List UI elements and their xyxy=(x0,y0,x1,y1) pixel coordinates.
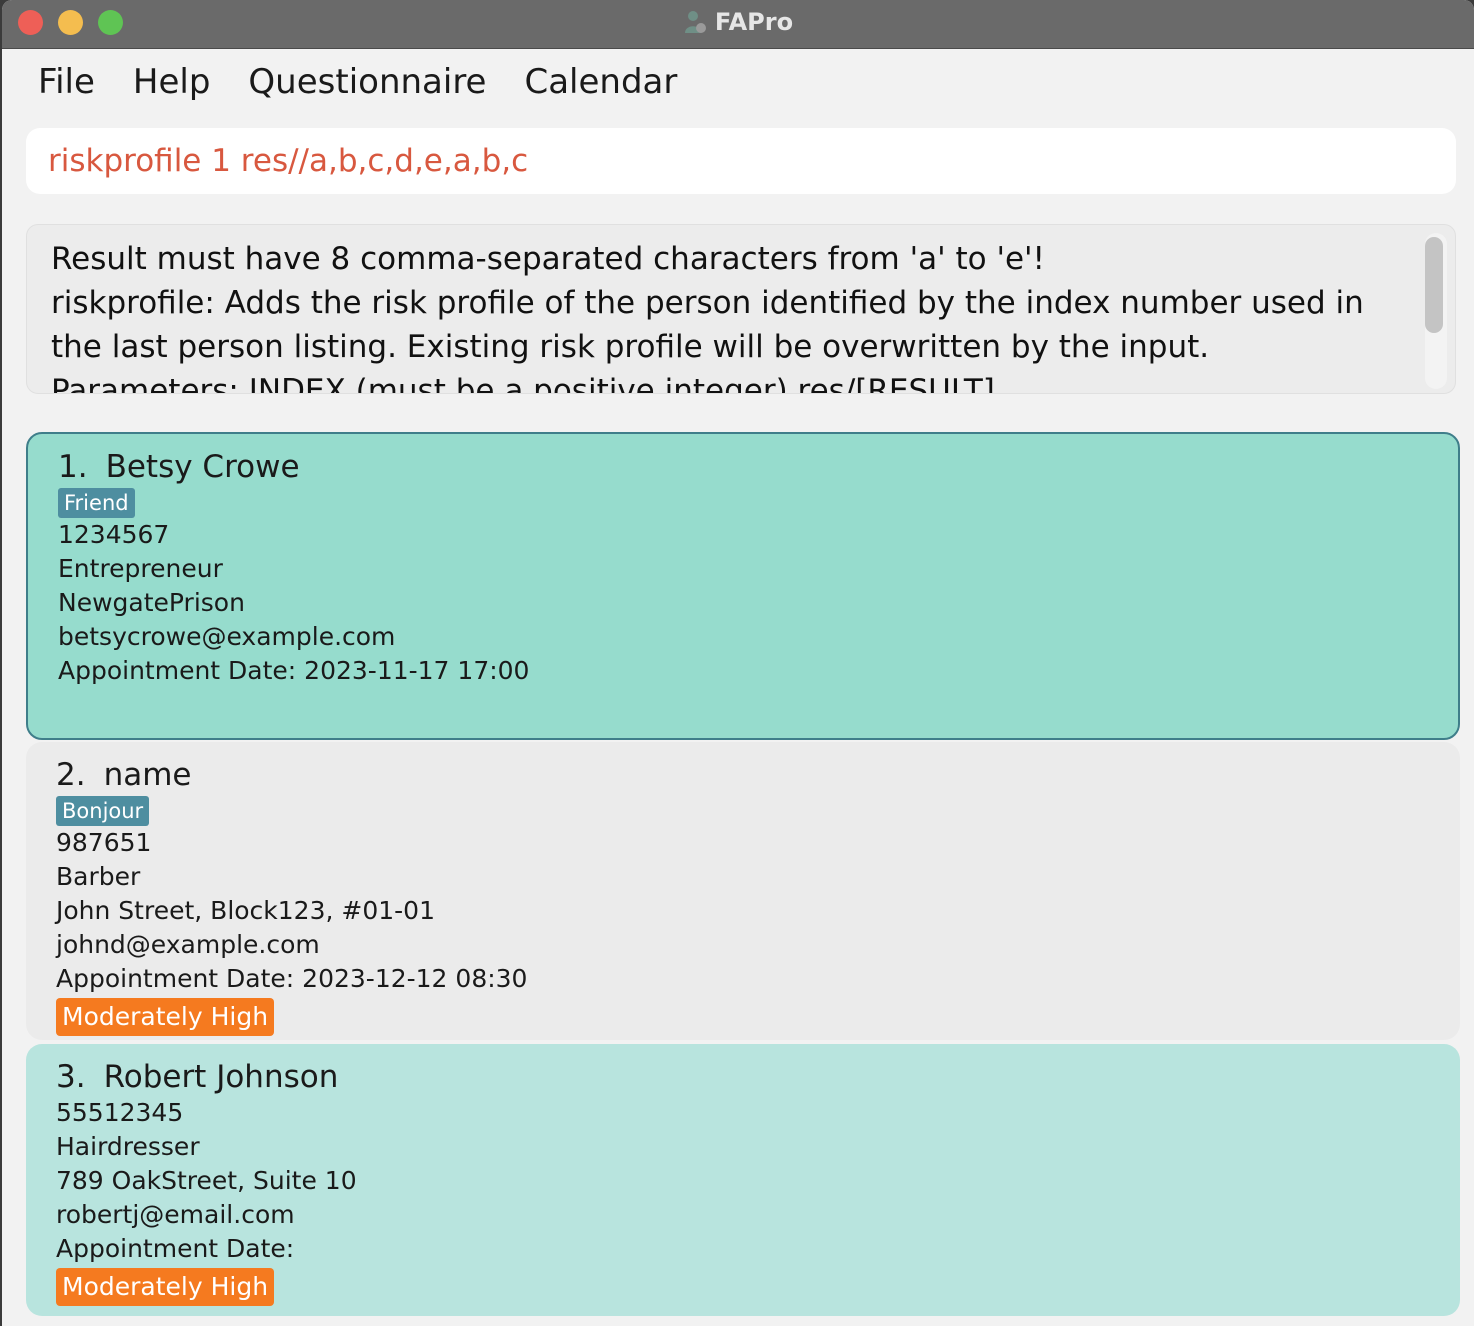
person-appointment: Appointment Date: xyxy=(56,1234,295,1263)
person-name: Robert Johnson xyxy=(103,1059,339,1095)
person-card[interactable]: 1. Betsy Crowe Friend 1234567 Entrepreneu… xyxy=(26,432,1460,740)
person-name-row: 2. name xyxy=(56,756,1460,794)
menu-questionnaire[interactable]: Questionnaire xyxy=(212,62,506,102)
person-appointment: Appointment Date: 2023-12-12 08:30 xyxy=(56,964,528,993)
person-address: John Street, Block123, #01-01 xyxy=(56,896,435,925)
person-name-row: 1. Betsy Crowe xyxy=(58,448,1458,486)
person-index: 1. xyxy=(58,449,88,485)
person-address: 789 OakStreet, Suite 10 xyxy=(56,1166,357,1195)
person-index: 2. xyxy=(56,757,86,793)
title-bar: FAPro xyxy=(2,0,1474,49)
person-email: johnd@example.com xyxy=(56,930,320,959)
command-input[interactable] xyxy=(48,143,1434,179)
result-line: Parameters: INDEX (must be a positive in… xyxy=(51,373,995,394)
app-window: FAPro File Help Questionnaire Calendar R… xyxy=(2,0,1474,1326)
window-title: FAPro xyxy=(714,8,794,36)
person-index: 3. xyxy=(56,1059,86,1095)
person-address: NewgatePrison xyxy=(58,588,245,617)
person-tag: Bonjour xyxy=(56,796,150,826)
result-line: Result must have 8 comma-separated chara… xyxy=(51,241,1045,277)
person-occupation: Barber xyxy=(56,862,141,891)
result-text: Result must have 8 comma-separated chara… xyxy=(51,237,1411,394)
risk-profile-badge: Moderately High xyxy=(56,998,275,1036)
person-occupation: Hairdresser xyxy=(56,1132,200,1161)
person-card[interactable]: 3. Robert Johnson 55512345 Hairdresser 78… xyxy=(26,1044,1460,1316)
menu-bar: File Help Questionnaire Calendar xyxy=(2,52,1474,112)
risk-profile-badge: Moderately High xyxy=(56,1268,275,1306)
command-box xyxy=(26,128,1456,194)
person-email: robertj@email.com xyxy=(56,1200,295,1229)
person-card[interactable]: 2. name Bonjour 987651 Barber John Street… xyxy=(26,742,1460,1040)
result-scrollbar-thumb[interactable] xyxy=(1425,237,1443,333)
person-tag: Friend xyxy=(58,488,135,518)
result-display[interactable]: Result must have 8 comma-separated chara… xyxy=(26,224,1456,394)
person-phone: 987651 xyxy=(56,828,152,857)
person-appointment: Appointment Date: 2023-11-17 17:00 xyxy=(58,656,530,685)
result-line: riskprofile: Adds the risk profile of th… xyxy=(51,285,1374,365)
menu-calendar[interactable]: Calendar xyxy=(488,62,697,102)
person-name: Betsy Crowe xyxy=(105,449,300,485)
menu-help[interactable]: Help xyxy=(97,62,231,102)
person-name-row: 3. Robert Johnson xyxy=(56,1058,1460,1096)
person-phone: 1234567 xyxy=(58,520,170,549)
person-name: name xyxy=(103,757,192,793)
advisor-person-icon xyxy=(684,11,706,33)
person-occupation: Entrepreneur xyxy=(58,554,223,583)
person-phone: 55512345 xyxy=(56,1098,184,1127)
person-email: betsycrowe@example.com xyxy=(58,622,396,651)
